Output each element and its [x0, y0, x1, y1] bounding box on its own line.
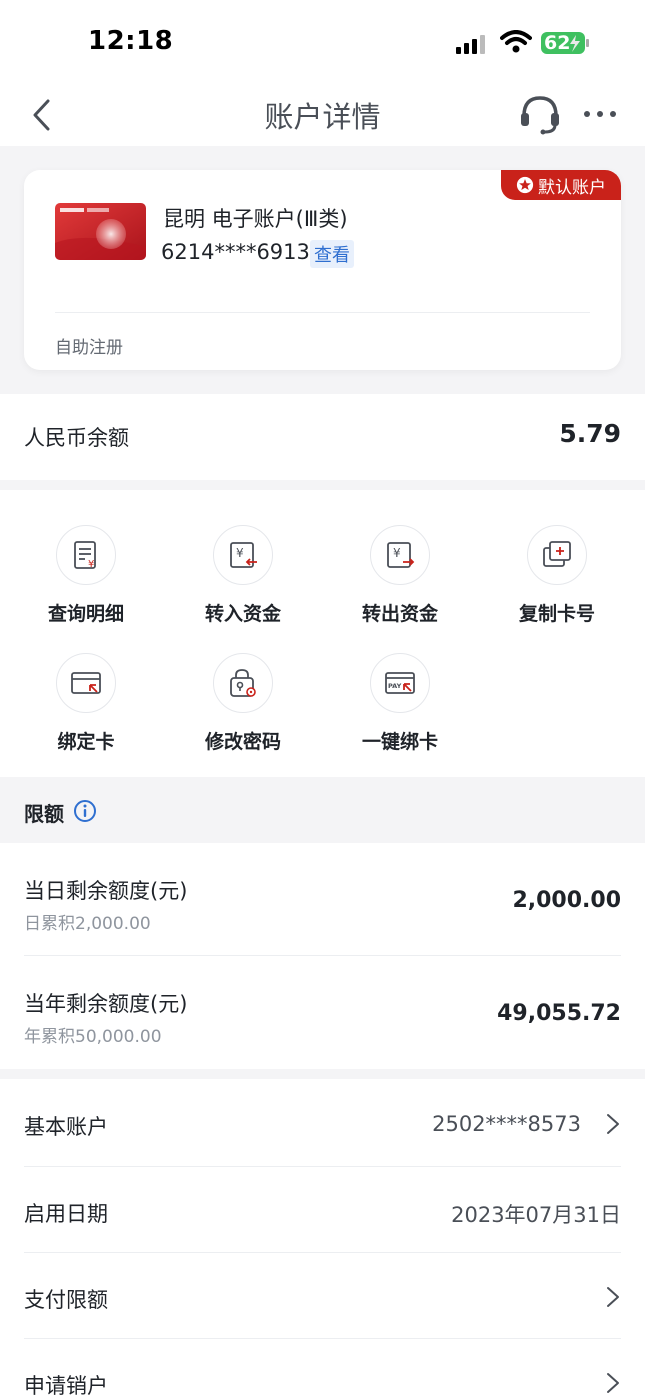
info-row-close-account[interactable]: 申请销户: [24, 1338, 621, 1398]
card-divider: [55, 312, 590, 313]
account-number: 6214****6913: [161, 240, 310, 264]
action-quick-bind[interactable]: PAY 一键绑卡: [335, 653, 465, 754]
transfer-out-icon: ¥: [387, 542, 415, 568]
info-value: 2502****8573: [432, 1112, 581, 1136]
action-grid: ¥ 查询明细 ¥ 转入资金 ¥ 转出资金 复制卡号 绑定卡 修改密码 PAY 一…: [0, 490, 645, 777]
action-label: 绑定卡: [57, 731, 115, 753]
account-card: 默认账户 昆明 电子账户(Ⅲ类) 6214****6913 查看 自助注册: [24, 170, 621, 370]
headset-icon[interactable]: [518, 92, 562, 136]
wifi-icon: [500, 30, 532, 53]
svg-text:PAY: PAY: [388, 682, 402, 690]
action-query-details[interactable]: ¥ 查询明细: [21, 525, 151, 626]
limits-header: 限额: [0, 777, 645, 843]
more-icon[interactable]: [582, 106, 618, 122]
quick-bind-icon: PAY: [385, 672, 415, 694]
action-copy-card-number[interactable]: 复制卡号: [492, 525, 622, 626]
balance-row: 人民币余额 5.79: [0, 394, 645, 480]
limits-title: 限额: [24, 802, 64, 826]
limits-section: 当日剩余额度(元) 日累积2,000.00 2,000.00 当年剩余额度(元)…: [0, 843, 645, 1069]
info-label: 基本账户: [24, 1115, 108, 1139]
daily-limit-value: 2,000.00: [512, 888, 621, 913]
transfer-in-icon: ¥: [230, 542, 257, 568]
action-transfer-in[interactable]: ¥ 转入资金: [178, 525, 308, 626]
chevron-right-icon: [607, 1114, 619, 1134]
action-label: 转出资金: [361, 603, 438, 625]
statement-icon: ¥: [74, 541, 96, 570]
yearly-limit-value: 49,055.72: [497, 1001, 621, 1026]
balance-label: 人民币余额: [24, 426, 129, 450]
action-transfer-out[interactable]: ¥ 转出资金: [335, 525, 465, 626]
svg-text:¥: ¥: [393, 546, 401, 560]
action-label: 一键绑卡: [361, 731, 438, 753]
action-label: 查询明细: [47, 603, 124, 625]
action-label: 转入资金: [204, 603, 281, 625]
copy-card-icon: [543, 541, 571, 567]
action-label: 修改密码: [204, 731, 281, 753]
balance-value: 5.79: [559, 419, 621, 448]
action-bind-card[interactable]: 绑定卡: [21, 653, 151, 754]
info-row-activation-date: 启用日期 2023年07月31日: [24, 1166, 621, 1252]
status-bar: 12:18 62: [0, 0, 645, 86]
info-row-basic-account[interactable]: 基本账户 2502****8573: [24, 1079, 621, 1165]
info-value: 2023年07月31日: [451, 1203, 621, 1227]
account-name: 昆明 电子账户(Ⅲ类): [163, 207, 348, 231]
view-number-button[interactable]: 查看: [310, 240, 354, 268]
bank-card-image: [55, 203, 146, 260]
status-time: 12:18: [88, 26, 174, 56]
nav-bar: 账户详情: [0, 86, 645, 146]
registration-type: 自助注册: [55, 338, 123, 358]
daily-limit-row: 当日剩余额度(元) 日累积2,000.00 2,000.00: [24, 843, 621, 956]
info-icon[interactable]: [73, 799, 97, 823]
info-label: 申请销户: [24, 1374, 108, 1398]
chevron-right-icon: [607, 1287, 619, 1307]
yearly-limit-sub: 年累积50,000.00: [24, 1027, 162, 1047]
info-label: 支付限额: [24, 1288, 108, 1312]
badge-label: 默认账户: [538, 177, 606, 198]
info-label: 启用日期: [24, 1202, 108, 1226]
action-label: 复制卡号: [518, 603, 595, 625]
svg-text:¥: ¥: [236, 546, 244, 560]
yearly-limit-label: 当年剩余额度(元): [24, 992, 188, 1016]
battery-level: 62: [544, 32, 571, 54]
svg-text:¥: ¥: [88, 559, 94, 570]
account-info-section: 基本账户 2502****8573 启用日期 2023年07月31日 支付限额 …: [0, 1079, 645, 1398]
action-change-password[interactable]: 修改密码: [178, 653, 308, 754]
daily-limit-sub: 日累积2,000.00: [24, 914, 151, 934]
yearly-limit-row: 当年剩余额度(元) 年累积50,000.00 49,055.72: [24, 956, 621, 1069]
chevron-right-icon: [607, 1373, 619, 1393]
change-password-icon: [230, 669, 256, 697]
daily-limit-label: 当日剩余额度(元): [24, 879, 188, 903]
star-icon: [516, 176, 534, 194]
signal-icon: [456, 35, 485, 54]
default-account-badge: 默认账户: [501, 170, 621, 200]
info-row-payment-limit[interactable]: 支付限额: [24, 1252, 621, 1338]
bind-card-icon: [71, 672, 101, 694]
